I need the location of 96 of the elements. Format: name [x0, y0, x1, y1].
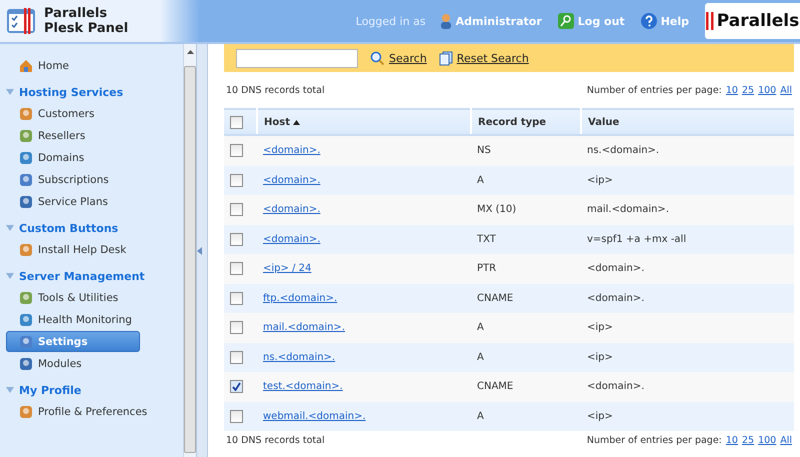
sidebar-item[interactable]: Tools & Utilities [6, 287, 183, 308]
row-checkbox[interactable] [230, 174, 243, 187]
sidebar-item[interactable]: Service Plans [6, 191, 183, 212]
sidebar-item[interactable]: Profile & Preferences [6, 401, 183, 422]
row-checkbox[interactable] [230, 321, 243, 334]
expanded-triangle-icon [6, 89, 14, 95]
search-field[interactable] [236, 48, 358, 68]
page-size-link[interactable]: 10 [726, 434, 738, 446]
host-link[interactable]: <ip> / 24 [263, 263, 312, 274]
expanded-triangle-icon [6, 225, 14, 231]
scrollbar[interactable] [183, 44, 196, 457]
column-header[interactable]: Record type [471, 109, 581, 135]
host-link[interactable]: webmail.<domain>. [263, 410, 366, 422]
sidebar-item[interactable]: Subscriptions [6, 169, 183, 190]
value-cell: <domain>. [581, 372, 794, 402]
sidebar-section-title[interactable]: Custom Buttons [6, 218, 183, 238]
value-cell: <ip> [581, 166, 794, 195]
column-header[interactable]: Value [581, 109, 794, 135]
host-link[interactable]: <domain>. [263, 145, 320, 156]
sidebar-item[interactable]: Modules [6, 353, 183, 374]
row-checkbox[interactable] [230, 410, 243, 423]
sidebar-item[interactable]: Domains [6, 147, 183, 168]
sidebar-item[interactable]: Resellers [6, 125, 183, 146]
house-icon [19, 58, 33, 72]
record-type-cell: A [471, 166, 581, 195]
documents-icon [438, 50, 453, 66]
select-all-checkbox[interactable] [230, 116, 243, 128]
records-total: 10 DNS records total [226, 84, 325, 96]
row-checkbox[interactable] [230, 203, 243, 216]
expanded-triangle-icon [6, 387, 14, 393]
value-cell: <ip> [581, 342, 794, 372]
reset-search-link[interactable]: Reset Search [438, 50, 529, 66]
sidebar-section-title[interactable]: My Profile [6, 380, 183, 400]
record-type-cell: PTR [471, 254, 581, 284]
host-link[interactable]: ns.<domain>. [263, 352, 336, 363]
sidebar-item[interactable]: Health Monitoring [6, 309, 183, 330]
page-size-link[interactable]: All [780, 434, 792, 446]
panel-logo-icon [6, 6, 36, 36]
value-cell: mail.<domain>. [581, 195, 794, 224]
brand-logo: Parallels [705, 3, 800, 39]
value-cell: v=spf1 +a +mx -all [581, 224, 794, 254]
page-size-link[interactable]: All [780, 84, 792, 96]
record-type-cell: A [471, 402, 581, 431]
value-cell: <ip> [581, 402, 794, 431]
value-cell: <domain>. [581, 254, 794, 284]
sort-ascending-icon [293, 120, 300, 124]
checkmark-icon [232, 382, 241, 392]
sidebar-item[interactable]: Customers [6, 103, 183, 124]
record-type-cell: MX (10) [471, 195, 581, 224]
host-link[interactable]: ftp.<domain>. [263, 292, 338, 304]
key-icon [558, 13, 574, 29]
logged-in-label: Logged in as [356, 14, 426, 28]
row-checkbox[interactable] [230, 144, 243, 158]
row-checkbox[interactable] [230, 262, 243, 276]
value-cell: <ip> [581, 313, 794, 342]
host-link[interactable]: <domain>. [263, 174, 320, 186]
expanded-triangle-icon [6, 273, 14, 279]
brand-bars-icon [706, 12, 714, 30]
host-link[interactable]: test.<domain>. [263, 381, 343, 392]
records-total: 10 DNS records total [226, 434, 325, 446]
search-icon [370, 50, 385, 66]
record-type-cell: A [471, 342, 581, 372]
sidebar-section-title[interactable]: Server Management [6, 266, 183, 286]
record-type-cell: NS [471, 135, 581, 166]
host-link[interactable]: <domain>. [263, 204, 320, 216]
value-cell: <domain>. [581, 284, 794, 313]
row-checkbox[interactable] [230, 380, 243, 394]
value-cell: ns.<domain>. [581, 135, 794, 166]
page-size-link[interactable]: 25 [742, 84, 754, 96]
record-type-cell: CNAME [471, 284, 581, 313]
sidebar-item[interactable]: Install Help Desk [6, 239, 183, 260]
row-checkbox[interactable] [230, 292, 243, 305]
host-link[interactable]: mail.<domain>. [263, 322, 345, 334]
record-type-cell: TXT [471, 224, 581, 254]
page-size-link[interactable]: 100 [758, 434, 776, 446]
page-size-link[interactable]: 100 [758, 84, 776, 96]
column-header[interactable]: Host [257, 109, 471, 135]
product-name: Parallels [44, 6, 108, 21]
page-size-link[interactable]: 10 [726, 84, 738, 96]
row-checkbox[interactable] [230, 350, 243, 364]
product-name: Plesk Panel [44, 21, 128, 36]
search-link[interactable]: Search [370, 50, 427, 66]
record-type-cell: CNAME [471, 372, 581, 402]
page-size-link[interactable]: 25 [742, 434, 754, 446]
sidebar-item[interactable]: Home [6, 55, 183, 76]
entries-per-page-label: Number of entries per page: [586, 434, 722, 446]
entries-per-page-label: Number of entries per page: [586, 84, 722, 96]
scroll-up-icon [186, 50, 194, 54]
collapse-arrow-icon [197, 246, 202, 254]
sidebar-section-title[interactable]: Hosting Services [6, 82, 183, 102]
user-icon [440, 13, 452, 29]
row-checkbox[interactable] [230, 232, 243, 246]
help-icon [640, 13, 657, 29]
record-type-cell: A [471, 313, 581, 342]
sidebar-item[interactable]: Settings [6, 331, 140, 352]
host-link[interactable]: <domain>. [263, 234, 320, 245]
